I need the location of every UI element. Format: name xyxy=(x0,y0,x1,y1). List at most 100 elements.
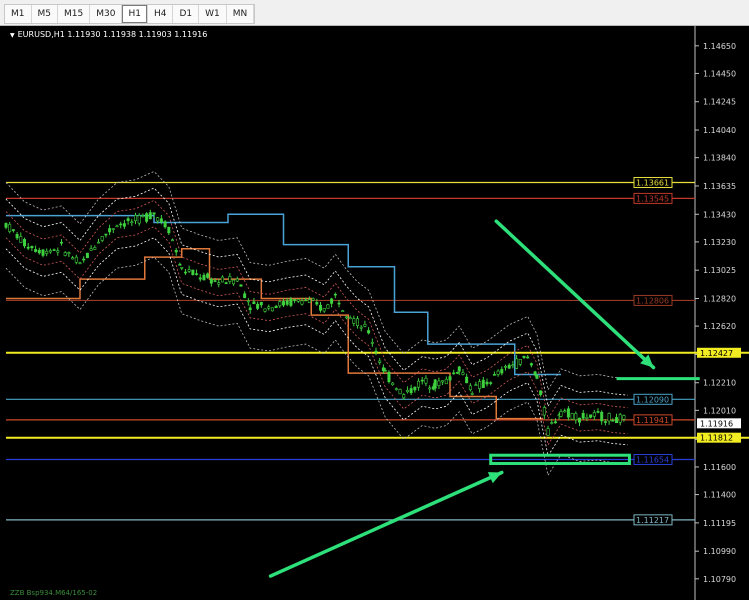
candle-body xyxy=(111,228,115,230)
candle-body xyxy=(235,278,239,282)
candle-body xyxy=(444,378,448,385)
candle-body xyxy=(263,308,267,312)
candle-body xyxy=(267,306,271,309)
candle-body xyxy=(163,221,167,228)
timeframe-button-h1[interactable]: H1 xyxy=(122,5,148,23)
candle-body xyxy=(137,215,141,224)
candle-body xyxy=(507,364,511,369)
candle-body xyxy=(452,372,456,375)
y-tick-label: 1.11195 xyxy=(703,519,736,528)
timeframe-button-w1[interactable]: W1 xyxy=(199,5,227,23)
candle-body xyxy=(546,428,550,436)
level-label: 1.12090 xyxy=(636,395,669,404)
candle-body xyxy=(19,236,23,243)
trend-arrow xyxy=(494,219,656,370)
candle-body xyxy=(622,415,626,420)
y-tick-label: 1.13840 xyxy=(703,154,736,163)
candle-body xyxy=(307,299,311,303)
candle-body xyxy=(441,380,445,383)
candle-body xyxy=(293,299,297,301)
candle-body xyxy=(11,229,15,231)
candle-body xyxy=(37,249,41,254)
indicator-footer: ZZB Bsp934.M64/165-02 xyxy=(10,589,98,597)
candle-body xyxy=(529,363,533,366)
candle-body xyxy=(566,408,570,418)
candle-body xyxy=(468,385,472,391)
candle-body xyxy=(455,372,459,374)
y-tick-label: 1.12010 xyxy=(703,406,736,415)
candle-body xyxy=(492,374,496,376)
timeframe-button-mn[interactable]: MN xyxy=(227,5,255,23)
candle-body xyxy=(383,369,387,372)
candle-body xyxy=(618,414,622,423)
candle-body xyxy=(539,390,543,395)
chart-canvas[interactable]: 1.14650 1.14450 1.14245 1.14040 1.13840 1.136… xyxy=(0,26,749,600)
candle-body xyxy=(391,382,395,386)
candle-body xyxy=(363,324,367,327)
timeframe-button-m30[interactable]: M30 xyxy=(90,5,123,23)
level-label: 1.11941 xyxy=(636,416,669,425)
triangle-down-icon[interactable]: ▼ xyxy=(10,32,15,39)
timeframe-button-h4[interactable]: H4 xyxy=(148,5,174,23)
candle-body xyxy=(577,417,581,423)
envelope-band xyxy=(5,256,628,477)
y-tick-label: 1.13430 xyxy=(703,210,736,219)
candle-body xyxy=(315,302,319,305)
candle-body xyxy=(559,411,563,417)
candle-body xyxy=(130,221,134,224)
candle-body xyxy=(274,305,278,308)
y-tick-label: 1.10790 xyxy=(703,575,736,584)
candle-body xyxy=(367,330,371,334)
symbol-ohlc-text: EURUSD,H1 1.11930 1.11938 1.11903 1.1191… xyxy=(17,30,208,39)
candle-body xyxy=(550,422,554,424)
candle-body xyxy=(614,417,618,424)
envelope-band xyxy=(5,237,628,457)
y-tick-label: 1.10990 xyxy=(703,547,736,556)
y-tick-label: 1.12820 xyxy=(703,295,736,304)
candle-body xyxy=(318,304,322,311)
candle-body xyxy=(22,239,26,247)
candle-body xyxy=(30,245,34,249)
candle-body xyxy=(489,382,493,384)
candle-body xyxy=(581,412,585,419)
candle-body xyxy=(8,224,12,232)
y-tick-label: 1.12210 xyxy=(703,379,736,388)
level-label: 1.11217 xyxy=(636,516,669,525)
candle-body xyxy=(461,372,465,375)
candle-body xyxy=(82,258,86,261)
candle-body xyxy=(398,388,402,395)
candle-body xyxy=(209,278,213,284)
candle-body xyxy=(285,300,289,305)
y-tick-label: 1.14245 xyxy=(703,98,736,107)
y-tick-label: 1.12620 xyxy=(703,322,736,331)
timeframe-button-m1[interactable]: M1 xyxy=(5,5,32,23)
candle-body xyxy=(270,307,274,312)
candle-body xyxy=(535,374,539,379)
candle-body xyxy=(589,414,593,418)
candle-body xyxy=(67,252,71,254)
candle-body xyxy=(239,284,243,287)
timeframe-button-m15[interactable]: M15 xyxy=(58,5,91,23)
candle-body xyxy=(243,293,247,299)
candle-body xyxy=(141,215,145,217)
price-axis-area xyxy=(695,26,749,600)
candle-body xyxy=(89,248,93,251)
timeframe-toolbar: M1 M5 M15 M30 H1 H4 D1 W1 MN xyxy=(0,0,749,26)
candle-body xyxy=(183,271,187,274)
candle-body xyxy=(326,304,330,309)
candle-body xyxy=(481,379,485,388)
candle-body xyxy=(448,376,452,381)
candle-body xyxy=(220,276,224,283)
candle-body xyxy=(402,394,406,399)
candle-body xyxy=(474,384,478,386)
candle-body xyxy=(570,413,574,420)
timeframe-button-m5[interactable]: M5 xyxy=(32,5,58,23)
envelope-band xyxy=(5,226,628,446)
y-tick-label: 1.11600 xyxy=(703,463,736,472)
candle-body xyxy=(496,370,500,375)
price-chart[interactable]: 1.14650 1.14450 1.14245 1.14040 1.13840 1.136… xyxy=(0,26,749,600)
candle-body xyxy=(304,299,308,302)
candle-body xyxy=(232,279,236,285)
candle-body xyxy=(574,413,578,421)
timeframe-button-d1[interactable]: D1 xyxy=(173,5,200,23)
